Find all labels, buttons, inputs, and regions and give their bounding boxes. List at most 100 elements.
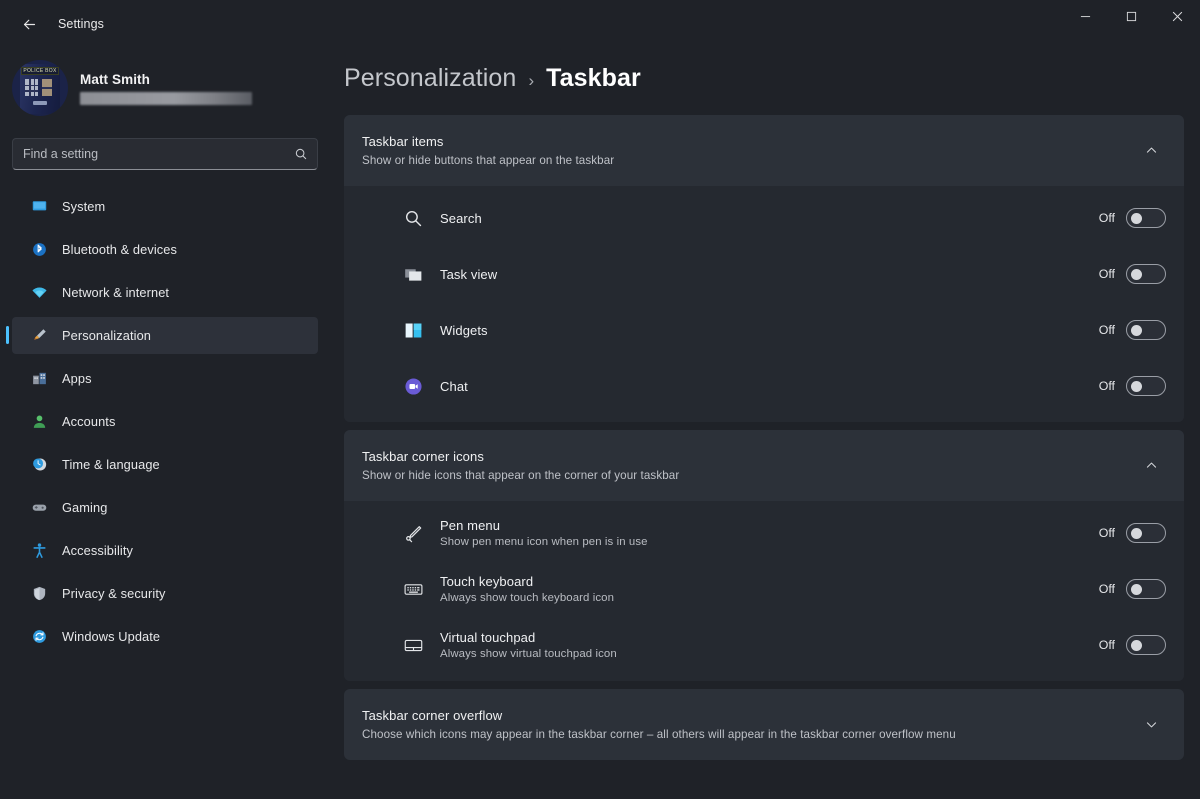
virtual-touchpad-icon [402,634,424,656]
search-icon [402,207,424,229]
setting-row-pen-menu[interactable]: Pen menu Show pen menu icon when pen is … [344,505,1184,561]
toggle-state-label: Off [1099,582,1115,596]
row-title: Search [440,211,1099,226]
sidebar-item-personalization[interactable]: Personalization [12,317,318,354]
time-language-icon [30,456,48,474]
accounts-icon [30,413,48,431]
toggle-state-label: Off [1099,379,1115,393]
sidebar-nav: System Bluetooth & devices Network & int… [0,188,330,655]
sidebar-item-network-internet[interactable]: Network & internet [12,274,318,311]
task-view-icon [402,263,424,285]
card-header[interactable]: Taskbar items Show or hide buttons that … [344,115,1184,186]
sidebar-item-time-language[interactable]: Time & language [12,446,318,483]
toggle-virtual-touchpad[interactable] [1126,635,1166,655]
sidebar-item-privacy-security[interactable]: Privacy & security [12,575,318,612]
widgets-icon [402,319,424,341]
sidebar-item-label: Apps [62,371,92,386]
chat-icon [402,375,424,397]
row-title: Task view [440,267,1099,282]
main-content: Personalization › Taskbar Taskbar items … [330,48,1200,799]
profile-name: Matt Smith [80,72,252,87]
minimize-icon [1080,11,1091,22]
toggle-task-view[interactable] [1126,264,1166,284]
sidebar-item-system[interactable]: System [12,188,318,225]
card-body: Pen menu Show pen menu icon when pen is … [344,501,1184,681]
card-title: Taskbar items [362,134,1136,149]
close-icon [1172,11,1183,22]
toggle-pen-menu[interactable] [1126,523,1166,543]
setting-row-search[interactable]: Search Off [344,190,1184,246]
toggle-touch-keyboard[interactable] [1126,579,1166,599]
setting-row-task-view[interactable]: Task view Off [344,246,1184,302]
setting-row-widgets[interactable]: Widgets Off [344,302,1184,358]
setting-row-touch-keyboard[interactable]: Touch keyboard Always show touch keyboar… [344,561,1184,617]
chevron-up-icon[interactable] [1136,451,1166,481]
sidebar-item-label: Accessibility [62,543,133,558]
back-arrow-icon [21,16,38,33]
app-title: Settings [58,17,104,31]
toggle-state-label: Off [1099,211,1115,225]
apps-icon [30,370,48,388]
close-button[interactable] [1154,0,1200,32]
network-icon [30,284,48,302]
setting-row-virtual-touchpad[interactable]: Virtual touchpad Always show virtual tou… [344,617,1184,673]
settings-cards: Taskbar items Show or hide buttons that … [344,115,1184,760]
pen-menu-icon [402,522,424,544]
sidebar-item-label: Windows Update [62,629,160,644]
setting-row-chat[interactable]: Chat Off [344,358,1184,414]
search-submit-button[interactable] [288,142,314,166]
row-title: Chat [440,379,1099,394]
sidebar-item-label: Network & internet [62,285,169,300]
row-subtitle: Show pen menu icon when pen is in use [440,536,1099,548]
sidebar: POLICE BOX Matt Smith System [0,48,330,799]
breadcrumb-parent-link[interactable]: Personalization [344,64,516,93]
card-title: Taskbar corner overflow [362,708,1136,723]
page-title: Taskbar [546,64,641,93]
avatar-sign-text: POLICE BOX [21,67,59,75]
card-header[interactable]: Taskbar corner icons Show or hide icons … [344,430,1184,501]
card-taskbar-corner-icons: Taskbar corner icons Show or hide icons … [344,430,1184,681]
touch-keyboard-icon [402,578,424,600]
maximize-button[interactable] [1108,0,1154,32]
windows-update-icon [30,628,48,646]
row-subtitle: Always show touch keyboard icon [440,592,1099,604]
breadcrumb: Personalization › Taskbar [330,48,1200,93]
sidebar-item-gaming[interactable]: Gaming [12,489,318,526]
toggle-search[interactable] [1126,208,1166,228]
sidebar-item-label: Gaming [62,500,107,515]
sidebar-item-label: Privacy & security [62,586,166,601]
card-taskbar-items: Taskbar items Show or hide buttons that … [344,115,1184,422]
card-subtitle: Choose which icons may appear in the tas… [362,728,1136,741]
card-subtitle: Show or hide buttons that appear on the … [362,154,1136,167]
chevron-up-icon[interactable] [1136,136,1166,166]
sidebar-item-accessibility[interactable]: Accessibility [12,532,318,569]
sidebar-item-bluetooth-devices[interactable]: Bluetooth & devices [12,231,318,268]
minimize-button[interactable] [1062,0,1108,32]
toggle-state-label: Off [1099,267,1115,281]
search-box[interactable] [12,138,318,170]
card-header[interactable]: Taskbar corner overflow Choose which ico… [344,689,1184,760]
sidebar-item-label: Bluetooth & devices [62,242,177,257]
chevron-down-icon[interactable] [1136,710,1166,740]
row-subtitle: Always show virtual touchpad icon [440,648,1099,660]
row-title: Virtual touchpad [440,630,1099,645]
bluetooth-icon [30,241,48,259]
card-body: Search Off Task view Off [344,186,1184,422]
system-icon [30,198,48,216]
sidebar-item-label: System [62,199,105,214]
back-button[interactable] [8,7,50,41]
card-title: Taskbar corner icons [362,449,1136,464]
breadcrumb-separator-icon: › [528,71,534,91]
toggle-chat[interactable] [1126,376,1166,396]
maximize-icon [1126,11,1137,22]
row-title: Pen menu [440,518,1099,533]
user-profile[interactable]: POLICE BOX Matt Smith [0,52,330,124]
sidebar-item-accounts[interactable]: Accounts [12,403,318,440]
sidebar-item-apps[interactable]: Apps [12,360,318,397]
search-input[interactable] [12,138,318,170]
profile-email-redacted [80,92,252,105]
toggle-state-label: Off [1099,323,1115,337]
sidebar-item-windows-update[interactable]: Windows Update [12,618,318,655]
row-title: Widgets [440,323,1099,338]
toggle-widgets[interactable] [1126,320,1166,340]
